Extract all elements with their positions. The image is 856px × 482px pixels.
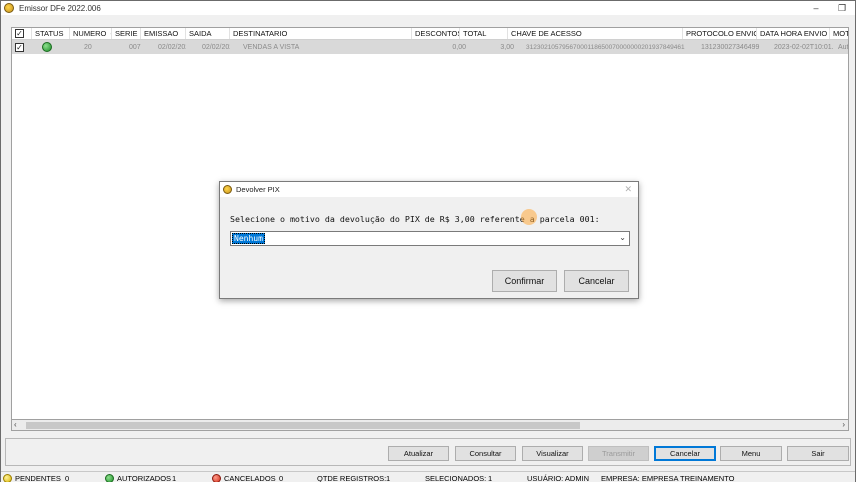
col-status[interactable]: STATUS [32,28,70,39]
visualizar-button[interactable]: Visualizar [522,446,583,461]
restore-button[interactable]: ❐ [829,1,855,15]
table-row[interactable]: ✓ 20 007 02/02/2023 02/02/2023 VENDAS A … [12,40,848,54]
col-serie[interactable]: SERIE [112,28,141,39]
action-toolbar: Atualizar Consultar Visualizar Transmiti… [5,438,851,466]
grid-header: ✓ STATUS NUMERO⌄ SERIE EMISSAO SAIDA DES… [12,28,848,40]
window-controls: – ❐ [803,1,855,15]
status-bar: PENDENTES 0 AUTORIZADOS 1 CANCELADOS 0 Q… [1,471,855,482]
registros-count: 1 [386,473,391,482]
scroll-right-icon[interactable]: › [842,420,845,430]
col-total[interactable]: TOTAL [460,28,508,39]
row-select-cell[interactable]: ✓ [12,40,32,54]
col-numero[interactable]: NUMERO⌄ [70,28,112,39]
select-all-cell[interactable]: ✓ [12,28,32,39]
row-emissao: 02/02/2023 [158,43,186,51]
autorizados-count: 1 [172,473,177,482]
row-destinatario: VENDAS A VISTA [243,43,300,51]
row-checkbox[interactable]: ✓ [15,42,24,52]
window-title: Emissor DFe 2022.006 [19,3,101,13]
dialog-title: Devolver PIX [236,185,280,194]
minimize-button[interactable]: – [803,1,829,15]
cursor-highlight [521,209,537,225]
pendentes-status: PENDENTES [3,472,61,482]
col-saida[interactable]: SAIDA [186,28,230,39]
dialog-prompt: Selecione o motivo da devolução do PIX d… [230,214,600,224]
pendentes-label: PENDENTES [15,473,61,482]
motivo-select[interactable]: Nenhum ⌄ [230,231,630,246]
row-saida: 02/02/2023 [202,43,230,51]
horizontal-scrollbar[interactable]: ‹ › [11,419,849,431]
usuario-info: USUÁRIO: ADMIN [527,473,590,482]
selecionados-label: SELECIONADOS: [425,473,487,482]
confirmar-button[interactable]: Confirmar [492,270,557,292]
title-bar: Emissor DFe 2022.006 – ❐ [1,1,855,15]
row-chave: 3123021057956700011865007000000020193784… [526,43,685,51]
autorizados-status: AUTORIZADOS [105,472,171,482]
cancelados-status: CANCELADOS [212,472,276,482]
row-status [32,40,70,54]
green-status-icon [42,42,52,52]
chevron-down-icon[interactable]: ⌄ [619,233,626,242]
app-logo-icon [223,185,232,194]
atualizar-button[interactable]: Atualizar [388,446,449,461]
col-data-hora[interactable]: DATA HORA ENVIO [757,28,830,39]
red-status-icon [212,473,221,482]
row-descontos: 0,00 [452,43,466,51]
cancelar-nota-button[interactable]: Cancelar [654,446,716,461]
row-data-hora: 2023-02-02T10:01... [774,43,833,51]
select-all-checkbox[interactable]: ✓ [15,29,24,38]
dialog-title-bar[interactable]: Devolver PIX ✕ [220,182,638,197]
row-numero: 20 [84,43,92,51]
col-numero-label: NUMERO [73,29,107,38]
scroll-left-icon[interactable]: ‹ [14,420,17,430]
close-icon[interactable]: ✕ [624,184,632,195]
cancelados-count: 0 [279,473,284,482]
sair-button[interactable]: Sair [787,446,849,461]
scrollbar-thumb[interactable] [26,422,580,429]
row-serie: 007 [129,43,141,51]
yellow-status-icon [3,473,12,482]
menu-button[interactable]: Menu [720,446,782,461]
transmitir-button[interactable]: Transmitir [588,446,649,461]
green-status-icon [105,473,114,482]
cancelar-dialog-button[interactable]: Cancelar [564,270,629,292]
col-descontos[interactable]: DESCONTOS [412,28,460,39]
col-protocolo[interactable]: PROTOCOLO ENVIO [683,28,757,39]
empresa-info: EMPRESA: EMPRESA TREINAMENTO [601,473,735,482]
pendentes-count: 0 [65,473,70,482]
cancelados-label: CANCELADOS [224,473,276,482]
selecionados-count: 1 [488,473,493,482]
row-mot: Aut [838,43,849,51]
app-logo-icon [4,3,14,13]
motivo-select-value: Nenhum [232,233,265,244]
col-mot[interactable]: MOT [830,28,848,39]
devolver-pix-dialog: Devolver PIX ✕ Selecione o motivo da dev… [219,181,639,299]
row-total: 3,00 [500,43,514,51]
registros-label: QTDE REGISTROS: [317,473,387,482]
autorizados-label: AUTORIZADOS [117,473,172,482]
col-destinatario[interactable]: DESTINATARIO [230,28,412,39]
row-protocolo: 131230027346499 [701,43,760,51]
col-emissao[interactable]: EMISSAO [141,28,186,39]
consultar-button[interactable]: Consultar [455,446,516,461]
col-chave[interactable]: CHAVE DE ACESSO [508,28,683,39]
